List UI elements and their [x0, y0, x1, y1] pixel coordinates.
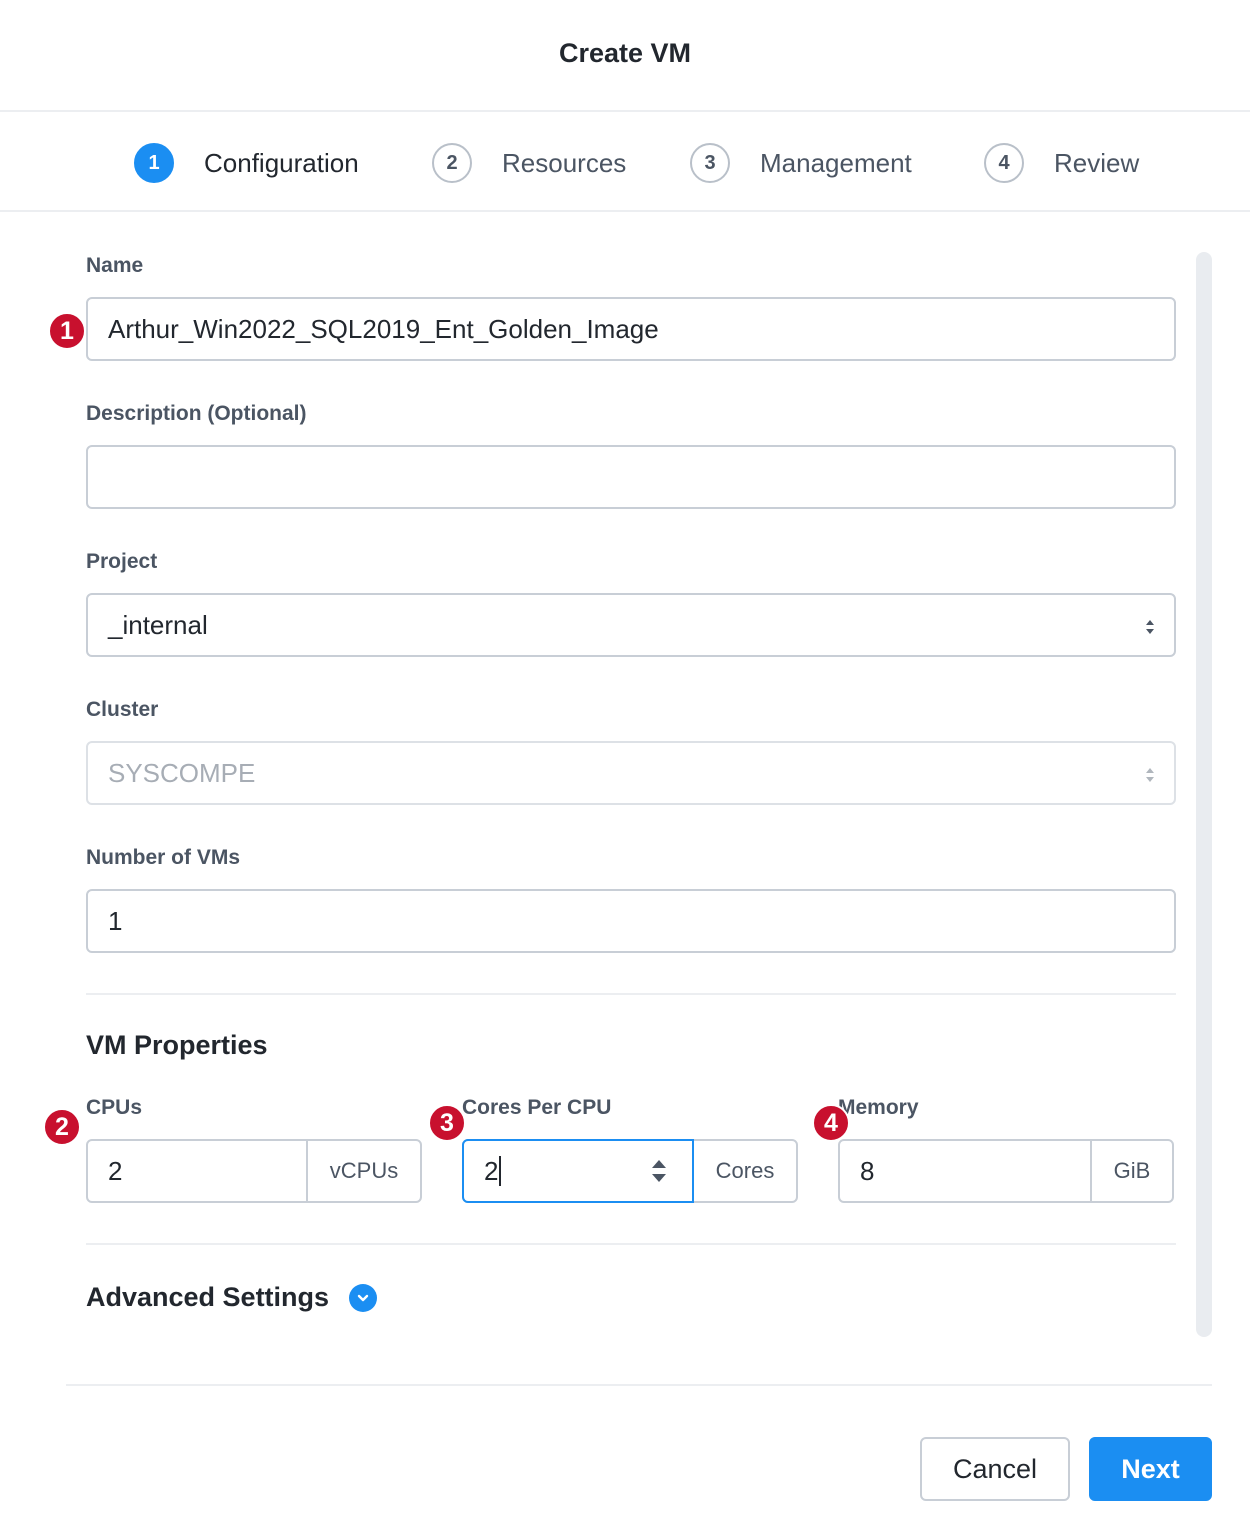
cancel-button[interactable]: Cancel — [920, 1437, 1070, 1501]
step-resources[interactable]: 2 Resources — [432, 142, 626, 184]
memory-label: Memory — [838, 1096, 919, 1119]
description-label: Description (Optional) — [86, 402, 307, 425]
memory-unit: GiB — [1090, 1141, 1172, 1201]
step-label: Resources — [502, 147, 627, 178]
vm-properties-title: VM Properties — [86, 1030, 268, 1060]
advanced-settings-toggle[interactable]: Advanced Settings — [86, 1282, 378, 1313]
project-value: _internal — [108, 609, 208, 640]
callout-badge-2: 2 — [43, 1108, 81, 1146]
name-value: Arthur_Win2022_SQL2019_Ent_Golden_Image — [108, 313, 659, 344]
cluster-value: SYSCOMPE — [108, 757, 256, 788]
cpus-unit: vCPUs — [306, 1141, 420, 1201]
select-arrows-icon — [1146, 768, 1154, 782]
step-label: Configuration — [204, 147, 359, 178]
name-label: Name — [86, 254, 144, 277]
chevron-down-icon[interactable] — [349, 1283, 378, 1312]
text-caret — [499, 1156, 502, 1186]
callout-badge-3: 3 — [428, 1104, 466, 1142]
cpus-input[interactable]: 2 vCPUs — [86, 1139, 422, 1203]
advanced-settings-label: Advanced Settings — [86, 1282, 330, 1312]
step-number: 4 — [984, 143, 1024, 183]
cores-unit: Cores — [692, 1141, 796, 1201]
project-label: Project — [86, 550, 158, 573]
step-number: 2 — [432, 143, 472, 183]
spinner-arrows-icon[interactable] — [650, 1157, 668, 1185]
step-number: 1 — [134, 143, 174, 183]
cluster-select: SYSCOMPE — [86, 741, 1176, 805]
cpus-label: CPUs — [86, 1096, 143, 1119]
section-divider — [86, 1243, 1176, 1245]
project-select[interactable]: _internal — [86, 593, 1176, 657]
callout-badge-4: 4 — [812, 1104, 850, 1142]
step-label: Management — [760, 147, 912, 178]
select-arrows-icon — [1146, 620, 1154, 634]
name-input[interactable]: Arthur_Win2022_SQL2019_Ent_Golden_Image — [86, 297, 1176, 361]
num-vms-input[interactable]: 1 — [86, 889, 1176, 953]
description-input[interactable] — [86, 445, 1176, 509]
callout-badge-1: 1 — [48, 312, 86, 350]
step-configuration[interactable]: 1 Configuration — [134, 142, 359, 184]
cluster-label: Cluster — [86, 698, 159, 721]
step-label: Review — [1054, 147, 1140, 178]
cpus-value: 2 — [108, 1155, 123, 1186]
dialog-header: Create VM — [0, 0, 1250, 112]
scrollbar[interactable] — [1196, 252, 1212, 1337]
step-number: 3 — [690, 143, 730, 183]
num-vms-value: 1 — [108, 905, 123, 936]
num-vms-label: Number of VMs — [86, 846, 241, 869]
memory-input[interactable]: 8 GiB — [838, 1139, 1174, 1203]
cores-input[interactable]: 2 — [462, 1139, 694, 1203]
cores-value: 2 — [484, 1155, 499, 1186]
step-management[interactable]: 3 Management — [690, 142, 912, 184]
section-divider — [86, 993, 1176, 995]
cores-label: Cores Per CPU — [462, 1096, 612, 1119]
step-review[interactable]: 4 Review — [984, 142, 1139, 184]
next-button[interactable]: Next — [1089, 1437, 1212, 1501]
footer-divider — [66, 1384, 1212, 1386]
wizard-steps: 1 Configuration 2 Resources 3 Management… — [0, 112, 1250, 212]
memory-value: 8 — [860, 1155, 875, 1186]
dialog-title: Create VM — [558, 38, 692, 68]
